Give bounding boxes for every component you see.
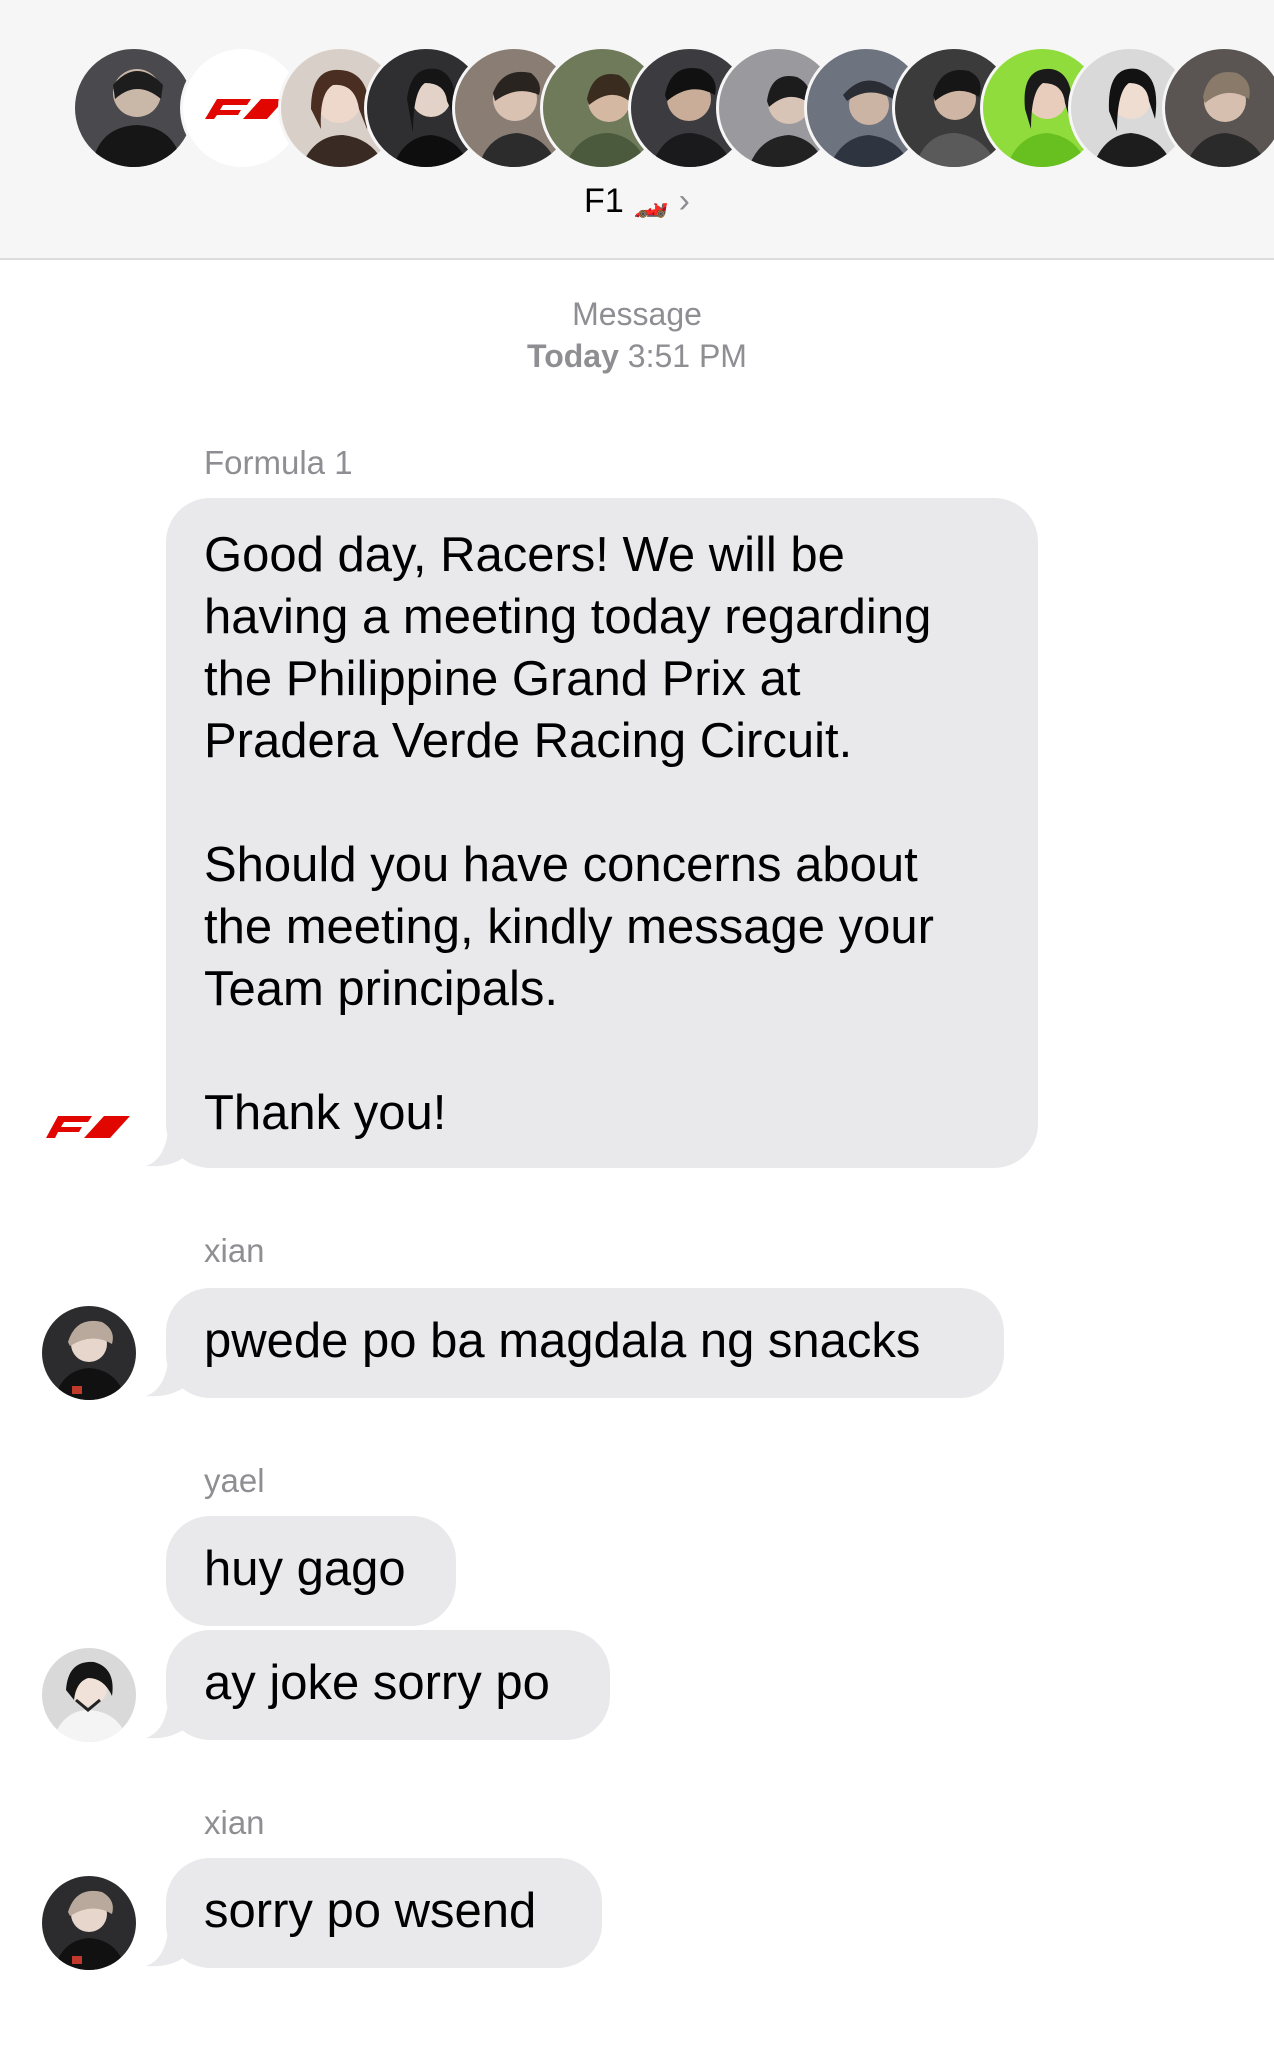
service-label: Message [572,296,702,332]
timestamp: Today 3:51 PM [0,338,1274,375]
message-bubble[interactable]: sorry po wsend [166,1858,602,1968]
bubble-tail [146,1132,186,1167]
chevron-right-icon: › [678,182,690,220]
message-bubble[interactable]: pwede po ba magdala ng snacks [166,1288,1004,1398]
avatar[interactable] [42,1648,136,1742]
bubble-tail [146,1704,186,1739]
member-avatar[interactable] [1162,46,1274,170]
f1-logo-icon [46,1116,130,1138]
conversation-header: F1 🏎️ › [0,0,1274,260]
timestamp-day: Today [527,338,619,374]
timestamp-time: 3:51 PM [627,338,747,374]
avatar[interactable] [42,1876,136,1970]
member-avatar[interactable] [72,46,196,170]
message-bubble[interactable]: ay joke sorry po [166,1630,610,1740]
group-name-button[interactable]: F1 🏎️ › [0,182,1274,221]
bubble-tail [146,1362,186,1397]
group-name: F1 [584,182,624,220]
message-bubble[interactable]: Good day, Racers! We will be having a me… [166,498,1038,1168]
sender-name: Formula 1 [204,444,353,481]
avatar[interactable] [42,1306,136,1400]
sender-name: xian [204,1232,265,1269]
group-avatars[interactable] [0,46,1274,172]
message-bubble[interactable]: huy gago [166,1516,456,1626]
sender-name: yael [204,1462,265,1499]
sender-name: xian [204,1804,265,1841]
bubble-tail [146,1932,186,1967]
race-car-emoji: 🏎️ [633,187,669,218]
